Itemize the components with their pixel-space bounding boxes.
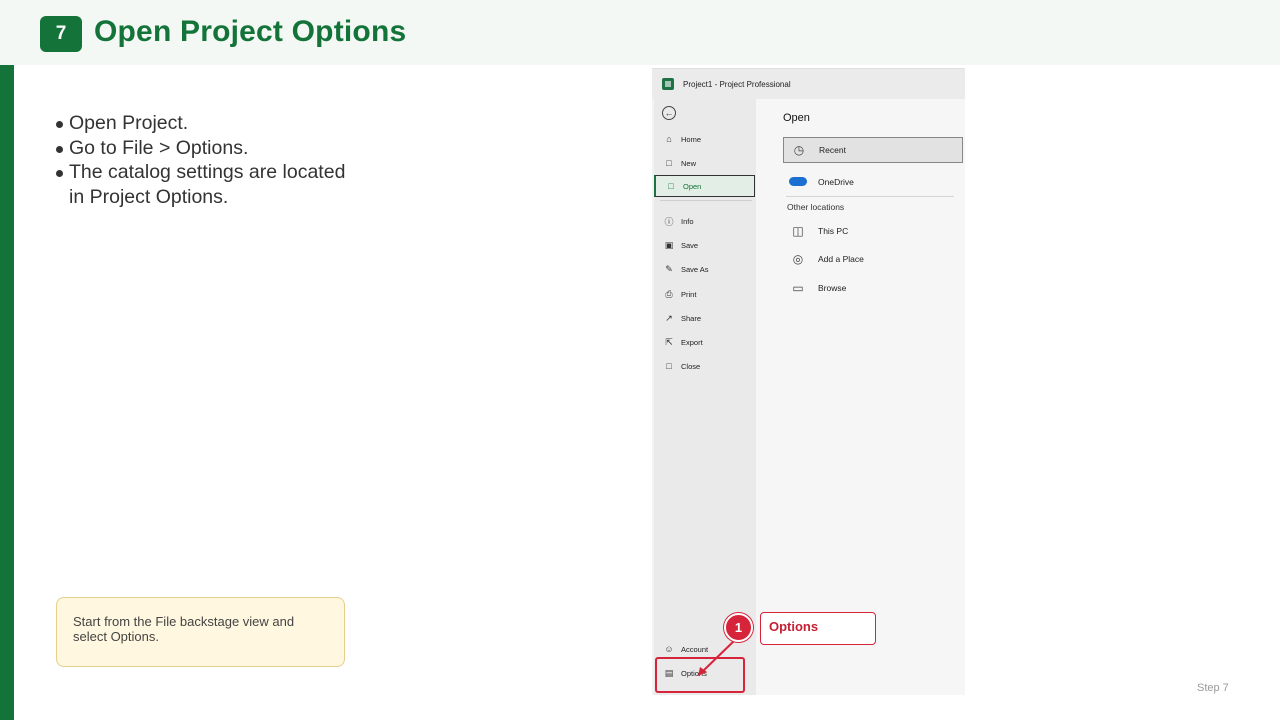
nav-item-print[interactable]: ⎙ Print — [654, 283, 756, 305]
clock-icon: ◷ — [793, 143, 805, 157]
globe-icon: ◎ — [792, 252, 804, 266]
step-footer-label: Step 7 — [1197, 682, 1229, 694]
location-label: Add a Place — [818, 254, 864, 264]
folder-close-icon: □ — [666, 361, 672, 371]
location-this-pc[interactable]: ◫ This PC — [783, 218, 963, 244]
nav-item-label: Share — [681, 313, 702, 323]
callout-number-marker: 1 — [724, 613, 753, 642]
computer-icon: ◫ — [792, 224, 804, 238]
nav-item-label: Save — [681, 240, 699, 250]
home-icon: ⌂ — [666, 134, 672, 144]
location-recent[interactable]: ◷ Recent — [783, 137, 963, 163]
location-label: OneDrive — [818, 177, 854, 187]
slide-header: 7 Open Project Options — [0, 0, 1280, 65]
tip-note: Start from the File backstage view and s… — [56, 597, 345, 667]
nav-item-label: New — [681, 158, 697, 168]
folder-icon: ▭ — [792, 281, 804, 295]
window-titlebar: Project1 - Project Professional — [652, 69, 965, 99]
open-heading: Open — [783, 112, 810, 124]
folder-open-icon: □ — [668, 181, 674, 191]
nav-item-label: Export — [681, 337, 703, 347]
location-add-place[interactable]: ◎ Add a Place — [783, 246, 963, 272]
nav-item-home[interactable]: ⌂ Home — [654, 128, 756, 150]
window-title: Project1 - Project Professional — [683, 80, 791, 89]
nav-item-new[interactable]: □ New — [654, 152, 756, 174]
info-icon: ⓘ — [664, 216, 674, 227]
nav-item-export[interactable]: ⇱ Export — [654, 331, 756, 353]
print-icon: ⎙ — [665, 288, 673, 299]
location-label: This PC — [818, 226, 849, 236]
project-app-icon — [662, 78, 674, 90]
nav-item-open[interactable]: □ Open — [654, 175, 755, 197]
nav-item-label: Home — [681, 134, 702, 144]
location-onedrive[interactable]: OneDrive — [783, 169, 963, 195]
nav-item-label: Close — [681, 361, 701, 371]
accent-bar — [0, 65, 14, 720]
nav-item-label: Save As — [681, 264, 709, 274]
share-icon: ↗ — [665, 312, 673, 323]
open-pane: Open ◷ Recent OneDrive Other locations ◫… — [756, 99, 965, 695]
instruction-item: Go to File > Options. — [56, 136, 346, 161]
export-icon: ⇱ — [665, 336, 673, 347]
nav-item-save-as[interactable]: ✎ Save As — [654, 258, 756, 280]
onedrive-icon — [788, 175, 808, 189]
nav-item-share[interactable]: ↗ Share — [654, 307, 756, 329]
nav-divider — [660, 200, 752, 201]
save-as-icon: ✎ — [665, 263, 673, 274]
locations-divider — [786, 196, 954, 197]
backstage-nav: ← ⌂ Home □ New □ Open ⓘ Info ▣ Save ✎ Sa… — [654, 99, 756, 695]
location-label: Recent — [819, 145, 846, 155]
location-browse[interactable]: ▭ Browse — [783, 275, 963, 301]
save-icon: ▣ — [664, 239, 674, 250]
other-locations-heading: Other locations — [787, 202, 845, 212]
app-screenshot: Project1 - Project Professional ← ⌂ Home… — [652, 68, 965, 695]
callout-label: Options — [760, 612, 876, 645]
nav-item-label: Print — [681, 289, 697, 299]
nav-item-label: Info — [681, 216, 694, 226]
account-icon: ☺ — [664, 644, 674, 654]
slide-title: Open Project Options — [94, 15, 407, 48]
instruction-item: Open Project. — [56, 111, 346, 136]
nav-item-close[interactable]: □ Close — [654, 355, 756, 377]
new-file-icon: □ — [666, 158, 672, 168]
nav-item-label: Open — [683, 181, 702, 191]
location-label: Browse — [818, 283, 847, 293]
back-arrow-icon[interactable]: ← — [662, 106, 676, 120]
nav-item-info[interactable]: ⓘ Info — [654, 210, 756, 232]
instruction-list: Open Project. Go to File > Options. The … — [56, 111, 346, 209]
step-number-badge: 7 — [40, 16, 82, 52]
nav-item-save[interactable]: ▣ Save — [654, 234, 756, 256]
instruction-item: The catalog settings are located in Proj… — [56, 160, 346, 209]
